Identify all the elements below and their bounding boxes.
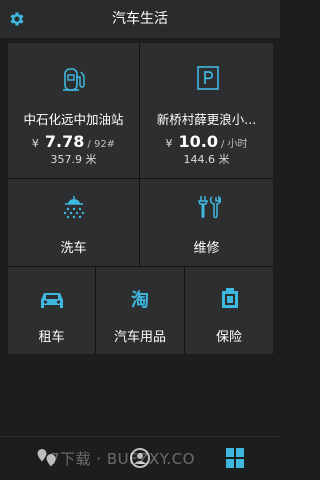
car-wash-icon: [60, 193, 88, 221]
page-title: 汽车生活: [112, 11, 168, 27]
fuel-pump-icon: [58, 63, 90, 95]
car-rental-button[interactable]: 租车: [8, 267, 95, 354]
car-icon: [37, 287, 67, 313]
gas-station-name: 中石化远中加油站: [23, 112, 124, 127]
repair-label: 维修: [193, 241, 220, 256]
parking-name: 新桥村薛更浪小...: [156, 112, 257, 127]
parking-price-unit: / 小时: [220, 139, 248, 150]
gas-station-card[interactable]: 中石化远中加油站 ¥7.78/ 92# 357.9 米: [8, 43, 139, 178]
currency-symbol: ¥: [165, 137, 173, 150]
header-bar: 汽车生活: [0, 0, 280, 38]
insurance-icon: [218, 283, 242, 313]
car-supplies-button[interactable]: 淘 汽车用品: [96, 267, 184, 354]
tools-icon: [194, 193, 222, 221]
gas-distance: 357.9 米: [50, 153, 97, 166]
watermark-text: 7下载 · BUFZXY.CO: [50, 450, 195, 468]
car-rental-label: 租车: [38, 330, 65, 345]
currency-symbol: ¥: [31, 137, 39, 150]
grid-icon[interactable]: [222, 445, 248, 471]
parking-distance: 144.6 米: [183, 153, 230, 166]
repair-button[interactable]: 维修: [140, 179, 273, 266]
svg-text:淘: 淘: [131, 289, 149, 310]
parking-price-value: 10.0: [178, 132, 218, 151]
insurance-label: 保险: [215, 330, 242, 345]
parking-price: ¥10.0/ 小时: [140, 132, 273, 151]
parking-icon: [194, 63, 222, 93]
parking-card[interactable]: 新桥村薛更浪小... ¥10.0/ 小时 144.6 米: [140, 43, 273, 178]
service-grid: 中石化远中加油站 ¥7.78/ 92# 357.9 米 新桥村薛更浪小... ¥…: [8, 43, 273, 354]
gas-price-value: 7.78: [44, 132, 85, 151]
insurance-button[interactable]: 保险: [185, 267, 273, 354]
car-wash-button[interactable]: 洗车: [8, 179, 139, 266]
car-wash-label: 洗车: [60, 241, 87, 256]
car-supplies-label: 汽车用品: [113, 330, 166, 345]
gas-price-unit: / 92#: [87, 139, 116, 150]
taobao-icon: 淘: [126, 285, 154, 313]
gas-price: ¥7.78/ 92#: [8, 132, 139, 151]
